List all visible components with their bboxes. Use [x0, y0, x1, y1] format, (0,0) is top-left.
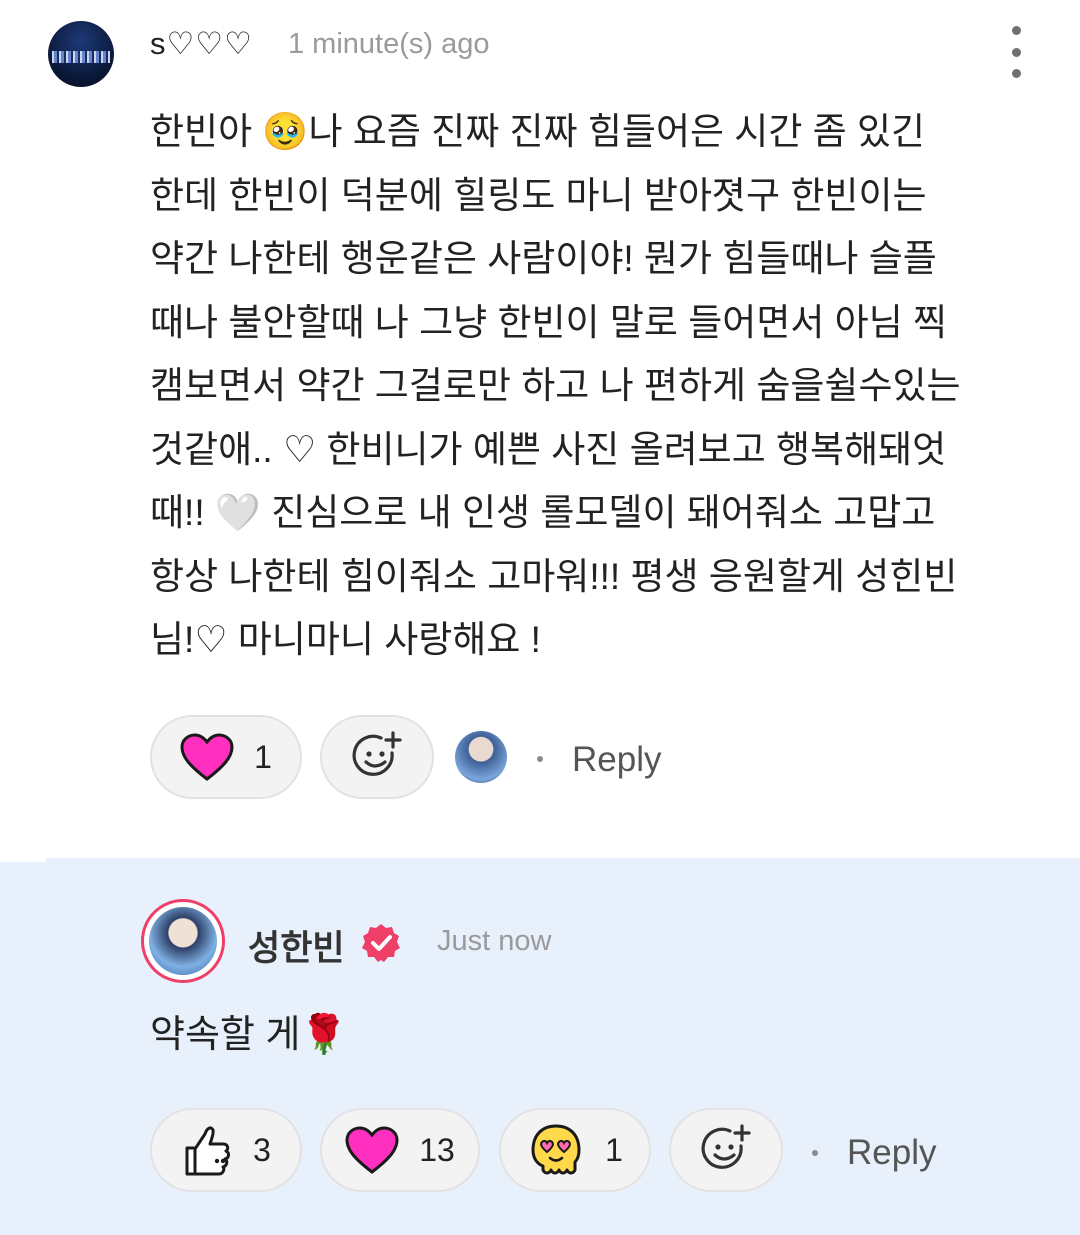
comment-body-line: 한데 한빈이 덕분에 힐링도 마니 받아졋구 한빈이는: [150, 174, 927, 216]
thumbs-up-icon: [185, 1126, 231, 1176]
heart-reaction-button[interactable]: 13: [320, 1108, 480, 1192]
add-reaction-icon: [352, 731, 402, 776]
artist-avatar[interactable]: [149, 907, 217, 975]
add-reaction-button[interactable]: [669, 1108, 783, 1192]
liked-by-avatar[interactable]: [455, 731, 507, 783]
comment-body-line: 때!! 🤍 진심으로 내 인생 롤모델이 돼어줘소 고맙고: [150, 492, 936, 533]
reply-button[interactable]: Reply: [847, 1133, 936, 1173]
comment-body-line: 항상 나한테 힘이줘소 고마워!!! 평생 응원할게 성힌빈: [150, 555, 958, 597]
heart-eyes-reaction-button[interactable]: 1: [499, 1108, 651, 1192]
comment-body-line: 것같애.. ♡ 한비니가 예쁜 사진 올려보고 행복해돼엇: [150, 428, 947, 470]
reply-timestamp: Just now: [437, 925, 552, 957]
reply-body: 약속할 게🌹: [150, 1014, 348, 1056]
reaction-count: 3: [253, 1131, 271, 1168]
verified-badge-icon: [362, 924, 400, 962]
comment-body-line: 님!♡ 마니마니 사랑해요 !: [150, 619, 541, 660]
reply-username[interactable]: 성한빈: [248, 920, 345, 971]
heart-reaction-button[interactable]: 1: [150, 715, 302, 799]
comment-body: 한빈아 🥹나 요즘 진짜 진짜 힘들어은 시간 좀 있긴 한데 한빈이 덕분에 …: [150, 100, 1050, 672]
user-avatar[interactable]: [48, 21, 114, 87]
comment-body-line: 때나 불안할때 나 그냥 한빈이 말로 들어면서 아님 찍: [150, 301, 948, 343]
separator-dot: [537, 756, 543, 762]
reaction-count: 1: [254, 738, 272, 775]
add-reaction-button[interactable]: [320, 715, 434, 799]
heart-icon: [345, 1126, 399, 1174]
comment-body-line: 한빈아 🥹나 요즘 진짜 진짜 힘들어은 시간 좀 있긴: [150, 111, 926, 152]
add-reaction-icon: [701, 1124, 751, 1169]
comment-username[interactable]: s♡♡♡: [150, 26, 253, 62]
heart-icon: [180, 733, 234, 781]
separator-dot: [812, 1150, 818, 1156]
comment-body-line: 약간 나한테 행운같은 사람이야! 뭔가 힘들때나 슬플: [150, 238, 937, 279]
reaction-count: 1: [605, 1131, 623, 1168]
thumbs-up-reaction-button[interactable]: 3: [150, 1108, 302, 1192]
comment-body-line: 캠보면서 약간 그걸로만 하고 나 편하게 숨을쉴수있는: [150, 365, 961, 406]
reaction-count: 13: [419, 1131, 455, 1168]
comment-timestamp: 1 minute(s) ago: [288, 28, 490, 60]
heart-eyes-face-icon: [531, 1124, 581, 1175]
more-options-icon[interactable]: [1001, 26, 1031, 78]
reply-button[interactable]: Reply: [572, 740, 661, 780]
